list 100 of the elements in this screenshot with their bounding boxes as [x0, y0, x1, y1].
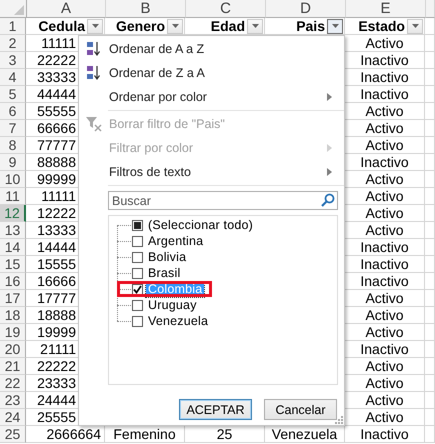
row-number[interactable]: 6: [0, 103, 26, 120]
table-cell: Activo: [365, 35, 404, 51]
table-cell: Activo: [365, 324, 404, 340]
table-cell: Activo: [365, 103, 404, 119]
table-cell: 18888: [37, 307, 76, 323]
row-number[interactable]: 13: [0, 222, 26, 239]
table-cell: Femenino: [113, 426, 176, 442]
row-number[interactable]: 18: [0, 307, 26, 324]
table-cell: 11111: [41, 188, 76, 204]
dialog-button[interactable]: Cancelar: [264, 399, 337, 420]
table-cell: 44444: [37, 86, 76, 102]
row-number[interactable]: 7: [0, 120, 26, 137]
row-number[interactable]: 15: [0, 256, 26, 273]
row-number[interactable]: 11: [0, 188, 26, 205]
table-cell: Activo: [365, 409, 404, 425]
table-cell: Activo: [365, 392, 404, 408]
row-number[interactable]: 20: [0, 341, 26, 358]
list-item[interactable]: Argentina: [146, 234, 206, 248]
table-cell: Activo: [365, 290, 404, 306]
menu-item[interactable]: Ordenar de Z a A: [79, 61, 344, 85]
dialog-button[interactable]: ACEPTAR: [179, 399, 252, 420]
row-number[interactable]: 4: [0, 69, 26, 86]
column-header[interactable]: C: [186, 0, 266, 18]
list-item[interactable]: (Seleccionar todo): [146, 218, 256, 232]
checkbox[interactable]: [132, 268, 143, 278]
clear-filter-icon: [86, 116, 102, 132]
checkbox[interactable]: [132, 236, 143, 246]
table-cell: 11111: [41, 35, 76, 51]
table-cell: Activo: [365, 120, 404, 136]
table-cell: Inactivo: [360, 154, 409, 170]
dropdown-arrow-icon: [332, 24, 338, 28]
filter-dropdown-button[interactable]: [87, 18, 103, 34]
column-header[interactable]: E: [346, 0, 426, 18]
filter-dropdown-button[interactable]: [247, 18, 263, 34]
table-cell: Activo: [365, 188, 404, 204]
checkbox[interactable]: [132, 300, 143, 310]
table-cell: 19999: [37, 324, 76, 340]
table-cell: 12222: [37, 205, 76, 221]
filter-dropdown-button[interactable]: [167, 18, 183, 34]
table-cell: Activo: [365, 222, 404, 238]
table-cell: 15555: [37, 256, 76, 272]
row-number[interactable]: 5: [0, 86, 26, 103]
table-cell: Venezuela: [272, 426, 338, 442]
header-cell: Edad: [210, 18, 245, 34]
menu-item[interactable]: Filtros de texto: [79, 160, 344, 184]
menu-item[interactable]: Ordenar por color: [79, 85, 344, 109]
column-header[interactable]: D: [266, 0, 346, 18]
resize-grip-icon[interactable]: [335, 416, 343, 424]
column-header[interactable]: B: [106, 0, 186, 18]
table-cell: 33333: [37, 69, 76, 85]
table-cell: 22222: [37, 52, 76, 68]
table-cell: 16666: [37, 273, 76, 289]
table-cell: Inactivo: [360, 86, 409, 102]
row-number[interactable]: 12: [0, 205, 26, 222]
row-number[interactable]: 23: [0, 392, 26, 409]
table-cell: 99999: [37, 171, 76, 187]
table-cell: Inactivo: [360, 426, 409, 442]
table-cell: 55555: [37, 103, 76, 119]
row-number[interactable]: 8: [0, 137, 26, 154]
table-cell: 77777: [37, 137, 76, 153]
table-cell: 66666: [37, 120, 76, 136]
list-item[interactable]: Uruguay: [146, 298, 199, 312]
header-cell: Cedula: [38, 18, 85, 34]
search-icon: [321, 193, 335, 207]
checkbox[interactable]: [132, 316, 143, 326]
row-number[interactable]: 21: [0, 358, 26, 375]
table-cell: Inactivo: [360, 341, 409, 357]
column-header[interactable]: A: [27, 0, 106, 18]
row-number[interactable]: 1: [0, 18, 26, 35]
row-number[interactable]: 25: [0, 426, 26, 443]
list-item[interactable]: Venezuela: [146, 314, 210, 328]
table-cell: 21111: [40, 341, 76, 357]
table-cell: 22222: [37, 358, 76, 374]
dropdown-arrow-icon: [412, 24, 418, 28]
table-cell: Inactivo: [360, 52, 409, 68]
table-cell: 88888: [37, 154, 76, 170]
row-number[interactable]: 10: [0, 171, 26, 188]
row-number[interactable]: 2: [0, 35, 26, 52]
list-item[interactable]: Bolivia: [146, 250, 188, 264]
search-field[interactable]: Buscar: [108, 191, 338, 210]
filter-dropdown-button[interactable]: [407, 18, 423, 34]
list-item[interactable]: Brasil: [146, 266, 182, 280]
row-number[interactable]: 22: [0, 375, 26, 392]
row-number[interactable]: 9: [0, 154, 26, 171]
checkbox[interactable]: [132, 252, 143, 262]
table-cell: 17777: [37, 290, 76, 306]
row-number[interactable]: 3: [0, 52, 26, 69]
checkbox[interactable]: [132, 284, 143, 294]
row-number[interactable]: 16: [0, 273, 26, 290]
filter-dropdown-button[interactable]: [327, 18, 343, 34]
row-number[interactable]: 24: [0, 409, 26, 426]
row-number[interactable]: 14: [0, 239, 26, 256]
table-cell: Activo: [365, 205, 404, 221]
row-number[interactable]: 19: [0, 324, 26, 341]
header-cell: Pais: [296, 18, 325, 34]
table-cell: 25555: [37, 409, 76, 425]
menu-item[interactable]: Ordenar de A a Z: [79, 37, 344, 61]
table-cell: Activo: [365, 375, 404, 391]
table-cell: Activo: [365, 307, 404, 323]
row-number[interactable]: 17: [0, 290, 26, 307]
